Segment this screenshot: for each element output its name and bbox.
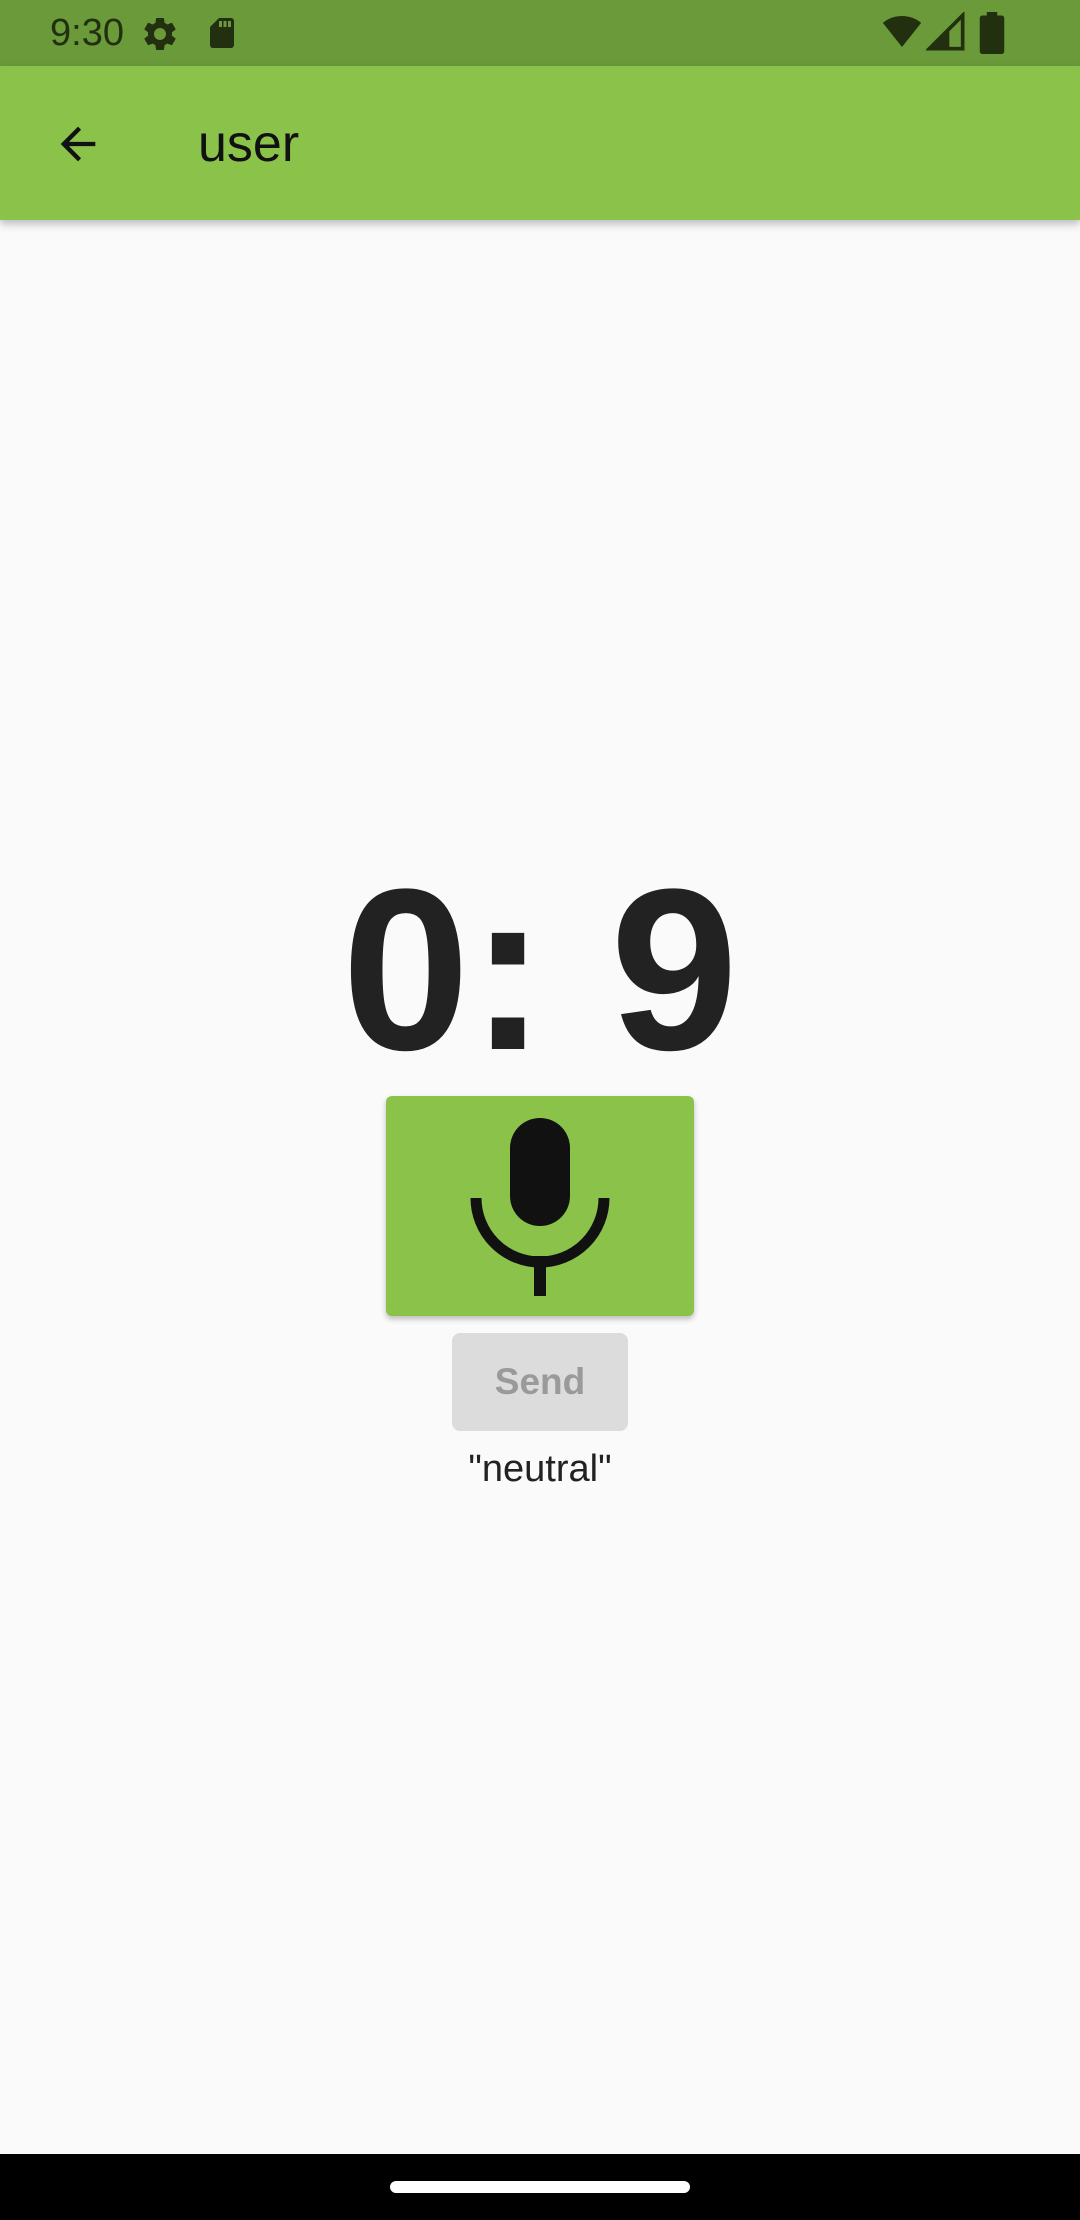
wifi-icon	[882, 16, 922, 47]
sd-card-icon	[210, 18, 234, 48]
battery-icon	[979, 12, 1005, 54]
home-indicator[interactable]	[390, 2181, 690, 2193]
status-bar: 9:30	[0, 0, 1080, 66]
signal-icon	[926, 12, 965, 51]
page-title: user	[198, 115, 300, 173]
arrow-back-icon	[60, 126, 96, 162]
send-button[interactable]: Send	[452, 1333, 628, 1431]
record-button[interactable]	[386, 1096, 694, 1316]
back-button[interactable]	[30, 108, 126, 180]
recording-timer: 0: 9	[341, 841, 739, 1098]
microphone-icon	[470, 1118, 610, 1296]
status-time: 9:30	[50, 12, 124, 54]
emotion-label: "neutral"	[468, 1448, 612, 1490]
settings-icon	[144, 17, 176, 50]
app-bar: user	[0, 66, 1080, 220]
